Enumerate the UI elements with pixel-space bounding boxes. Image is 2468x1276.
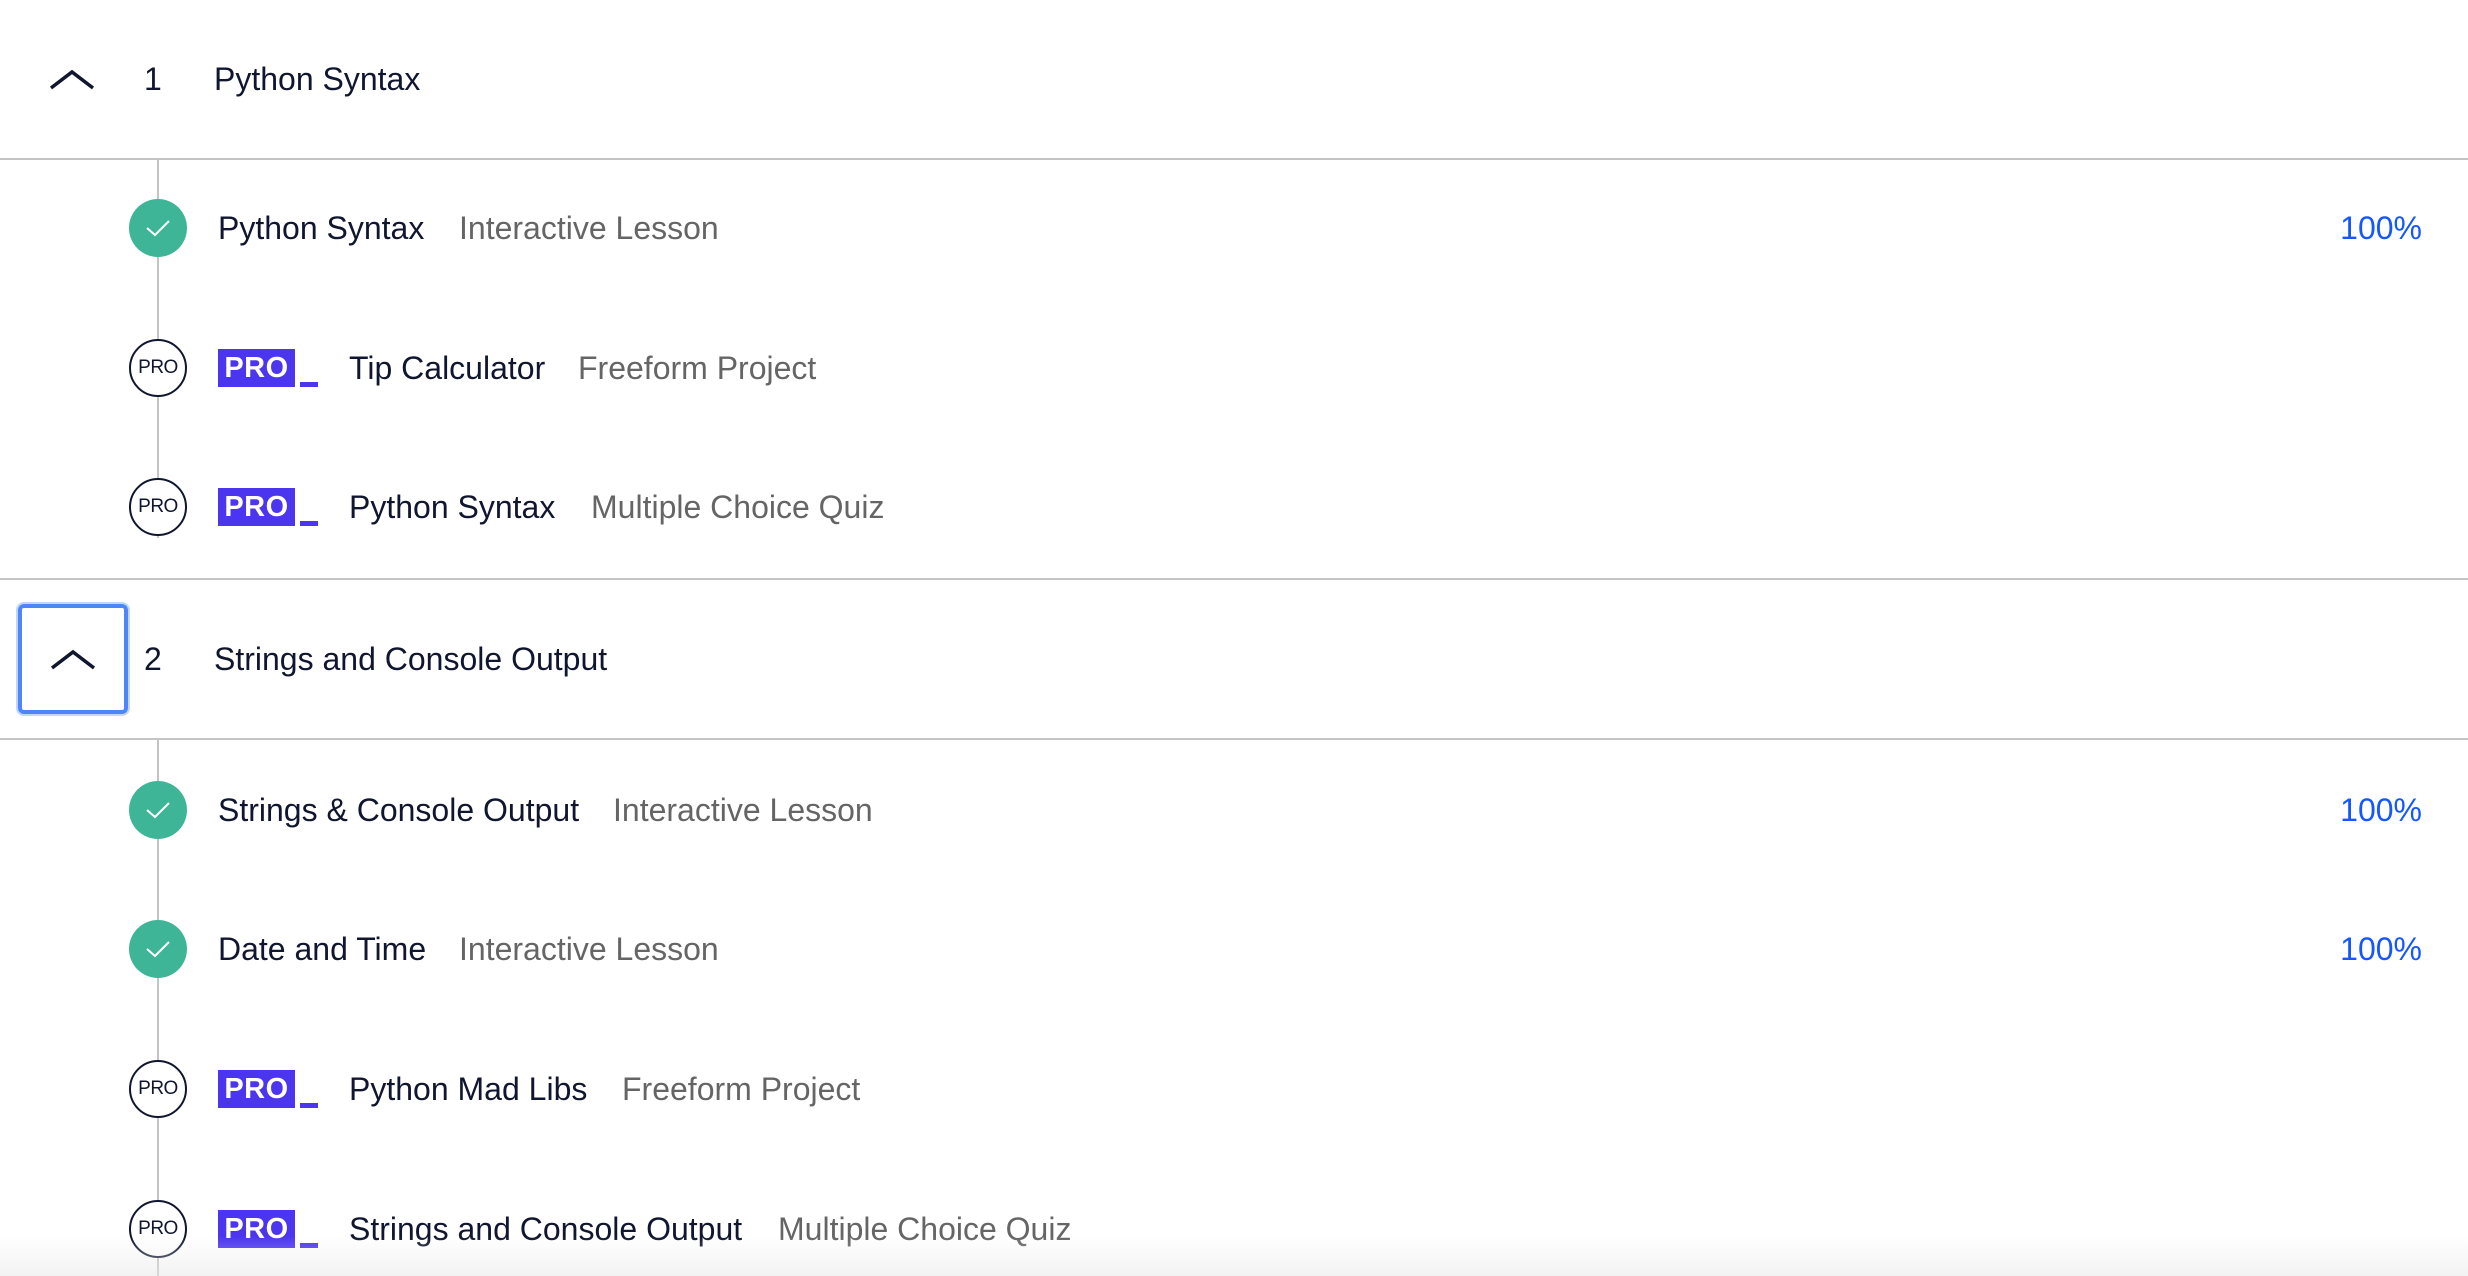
- pro-lock-icon: PRO: [129, 1060, 187, 1118]
- lesson-type: Multiple Choice Quiz: [591, 488, 885, 525]
- pro-badge: PRO: [218, 1210, 318, 1248]
- collapse-toggle-module-2[interactable]: [18, 604, 128, 714]
- pro-lock-icon: PRO: [129, 1200, 187, 1258]
- list-item[interactable]: Strings & Console Output Interactive Les…: [0, 770, 2468, 850]
- lesson-type: Interactive Lesson: [613, 791, 873, 828]
- module-number: 1: [144, 60, 162, 97]
- list-item[interactable]: Python Syntax Interactive Lesson 100%: [0, 188, 2468, 268]
- lesson-type: Freeform Project: [578, 349, 817, 386]
- lesson-title: Strings & Console Output: [218, 791, 580, 828]
- pro-badge: PRO: [218, 1070, 318, 1108]
- pro-badge: PRO: [218, 349, 318, 387]
- list-item[interactable]: PRO PRO Python Syntax Multiple Choice Qu…: [0, 467, 2468, 547]
- lesson-title: Tip Calculator: [349, 349, 546, 386]
- pro-badge-cursor: [300, 521, 318, 526]
- pro-badge-label: PRO: [218, 488, 295, 526]
- pro-badge-cursor: [300, 1243, 318, 1248]
- list-item[interactable]: Date and Time Interactive Lesson 100%: [0, 909, 2468, 989]
- list-item[interactable]: PRO PRO Tip Calculator Freeform Project: [0, 328, 2468, 408]
- completed-check-icon: [129, 781, 187, 839]
- lesson-type: Interactive Lesson: [459, 209, 719, 246]
- lesson-title: Date and Time: [218, 930, 427, 967]
- module-number: 2: [144, 640, 162, 677]
- lesson-type: Interactive Lesson: [459, 930, 719, 967]
- list-item[interactable]: PRO PRO Strings and Console Output Multi…: [0, 1189, 2468, 1269]
- module-title: Python Syntax: [214, 60, 421, 97]
- pro-badge-label: PRO: [218, 349, 295, 387]
- progress-percent: 100%: [2340, 791, 2422, 828]
- completed-check-icon: [129, 920, 187, 978]
- pro-lock-icon: PRO: [129, 339, 187, 397]
- module-title: Strings and Console Output: [214, 640, 608, 677]
- collapse-toggle-module-1[interactable]: [22, 29, 122, 129]
- progress-percent: 100%: [2340, 930, 2422, 967]
- chevron-up-icon: [50, 649, 96, 670]
- list-item[interactable]: PRO PRO Python Mad Libs Freeform Project: [0, 1049, 2468, 1129]
- pro-badge: PRO: [218, 488, 318, 526]
- lesson-title: Python Mad Libs: [349, 1070, 588, 1107]
- module-header-2[interactable]: 2 Strings and Console Output: [0, 578, 2468, 740]
- lesson-title: Python Syntax: [218, 209, 425, 246]
- chevron-up-icon: [49, 69, 95, 90]
- lesson-type: Multiple Choice Quiz: [778, 1210, 1072, 1247]
- lesson-title: Strings and Console Output: [349, 1210, 743, 1247]
- pro-badge-cursor: [300, 382, 318, 387]
- module-header-1[interactable]: 1 Python Syntax: [0, 0, 2468, 160]
- pro-badge-label: PRO: [218, 1210, 295, 1248]
- pro-badge-cursor: [300, 1103, 318, 1108]
- pro-lock-icon: PRO: [129, 478, 187, 536]
- completed-check-icon: [129, 199, 187, 257]
- pro-badge-label: PRO: [218, 1070, 295, 1108]
- progress-percent: 100%: [2340, 209, 2422, 246]
- lesson-title: Python Syntax: [349, 488, 556, 525]
- lesson-type: Freeform Project: [622, 1070, 861, 1107]
